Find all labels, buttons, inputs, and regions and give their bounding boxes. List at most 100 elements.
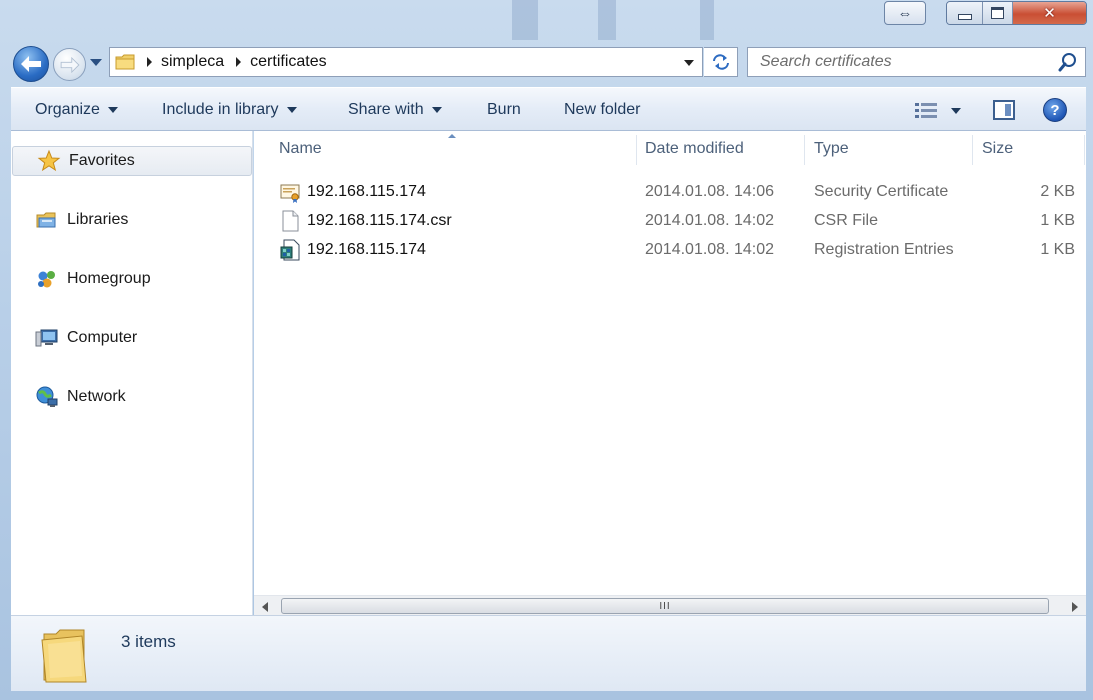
breadcrumb-simpleca[interactable]: simpleca: [161, 53, 224, 71]
folder-icon: [38, 626, 90, 684]
breadcrumb-separator-icon[interactable]: [236, 57, 242, 67]
scroll-grip-icon: III: [659, 600, 671, 612]
share-with-menu[interactable]: Share with: [348, 88, 442, 132]
file-size: 1 KB: [1040, 240, 1075, 258]
file-name: 192.168.115.174: [307, 240, 426, 258]
homegroup-icon: [35, 267, 59, 291]
close-icon: ✕: [1043, 4, 1056, 22]
column-divider[interactable]: [804, 135, 805, 165]
share-with-label: Share with: [348, 101, 424, 118]
burn-label: Burn: [487, 101, 521, 118]
chevron-down-icon: [107, 107, 118, 113]
chevron-down-icon: [286, 107, 297, 113]
column-label-size: Size: [982, 140, 1014, 157]
file-type: Security Certificate: [814, 182, 949, 200]
nav-item-favorites[interactable]: Favorites: [12, 146, 252, 176]
file-row[interactable]: 192.168.115.174.csr 2014.01.08. 14:02 CS…: [254, 206, 1086, 235]
back-arrow-icon: [21, 56, 41, 72]
nav-label-libraries: Libraries: [67, 211, 129, 228]
chevron-down-icon: [431, 107, 442, 113]
column-divider[interactable]: [1084, 135, 1085, 165]
file-date: 2014.01.08. 14:02: [645, 240, 775, 258]
new-folder-label: New folder: [564, 101, 641, 118]
registry-file-icon: [280, 239, 300, 261]
nav-item-homegroup[interactable]: Homegroup: [11, 264, 251, 294]
search-input[interactable]: [758, 52, 1057, 72]
details-pane: 3 items: [11, 615, 1086, 691]
scrollbar-thumb[interactable]: III: [281, 598, 1049, 614]
file-type: CSR File: [814, 211, 879, 229]
scroll-left-icon[interactable]: [262, 602, 268, 612]
blank-file-icon: [280, 210, 300, 232]
column-divider[interactable]: [972, 135, 973, 165]
refresh-icon: [712, 54, 729, 70]
command-bar: Organize Include in library Share with B…: [11, 87, 1086, 131]
search-icon[interactable]: [1057, 51, 1079, 73]
file-name-cell: 192.168.115.174: [280, 177, 426, 206]
file-name-cell: 192.168.115.174.csr: [280, 206, 452, 235]
help-button[interactable]: ?: [1043, 98, 1067, 122]
breadcrumb-separator-icon[interactable]: [147, 57, 152, 67]
minimize-button[interactable]: [947, 2, 983, 24]
file-list: Name Date modified Type Size 192.168.115…: [254, 131, 1086, 616]
file-type: Registration Entries: [814, 240, 954, 258]
burn-button[interactable]: Burn: [487, 88, 521, 132]
column-divider[interactable]: [636, 135, 637, 165]
file-row[interactable]: 192.168.115.174 2014.01.08. 14:02 Regist…: [254, 235, 1086, 264]
file-name-cell: 192.168.115.174: [280, 235, 426, 264]
scroll-right-icon[interactable]: [1072, 602, 1078, 612]
back-button[interactable]: [13, 46, 49, 82]
include-in-library-menu[interactable]: Include in library: [162, 88, 297, 132]
file-date: 2014.01.08. 14:06: [645, 182, 775, 200]
view-options-icon[interactable]: [915, 103, 937, 118]
snap-icon: ⇔: [897, 4, 913, 22]
file-size: 1 KB: [1040, 211, 1075, 229]
maximize-icon: [991, 7, 1004, 19]
caption-buttons: ✕: [946, 1, 1087, 25]
navigation-pane: Favorites Libraries Homegroup Computer N…: [11, 131, 253, 615]
nav-label-favorites: Favorites: [69, 152, 135, 169]
certificate-icon: [280, 181, 300, 203]
nav-label-network: Network: [67, 388, 126, 405]
file-date: 2014.01.08. 14:02: [645, 211, 775, 229]
nav-item-computer[interactable]: Computer: [11, 323, 251, 353]
close-button[interactable]: ✕: [1013, 2, 1086, 24]
nav-item-libraries[interactable]: Libraries: [11, 205, 251, 235]
organize-label: Organize: [35, 101, 100, 118]
file-size: 2 KB: [1040, 182, 1075, 200]
maximize-button[interactable]: [983, 2, 1013, 24]
libraries-icon: [35, 208, 59, 232]
organize-menu[interactable]: Organize: [35, 88, 118, 132]
new-folder-button[interactable]: New folder: [564, 88, 640, 132]
desktop-background: [0, 0, 1093, 40]
computer-icon: [35, 326, 59, 350]
column-header-date-modified[interactable]: Date modified: [645, 131, 744, 167]
address-bar[interactable]: simpleca certificates: [109, 47, 703, 77]
column-header-size[interactable]: Size: [982, 131, 1013, 167]
folder-icon: [115, 54, 135, 70]
column-label-type: Type: [814, 140, 849, 157]
network-icon: [35, 385, 59, 409]
column-label-name: Name: [279, 140, 322, 157]
file-name: 192.168.115.174.csr: [307, 211, 452, 229]
search-box[interactable]: [747, 47, 1086, 77]
view-options-dropdown-icon[interactable]: [951, 108, 961, 114]
nav-label-computer: Computer: [67, 329, 138, 346]
column-header-name[interactable]: Name: [279, 131, 322, 167]
minimize-icon: [957, 14, 972, 20]
breadcrumb-certificates[interactable]: certificates: [250, 53, 326, 71]
forward-button[interactable]: [53, 48, 86, 81]
snap-button[interactable]: ⇔: [884, 1, 926, 25]
recent-pages-dropdown[interactable]: [90, 59, 102, 66]
column-header-type[interactable]: Type: [814, 131, 849, 167]
item-count: 3 items: [121, 632, 176, 651]
address-dropdown-icon[interactable]: [684, 60, 694, 66]
preview-pane-icon[interactable]: [993, 100, 1015, 120]
star-icon: [37, 149, 61, 173]
nav-item-network[interactable]: Network: [11, 382, 251, 412]
horizontal-scrollbar[interactable]: III: [254, 595, 1086, 616]
refresh-button[interactable]: [704, 47, 738, 77]
file-row[interactable]: 192.168.115.174 2014.01.08. 14:06 Securi…: [254, 177, 1086, 206]
sort-ascending-icon: [448, 134, 456, 138]
forward-arrow-icon: [60, 56, 80, 73]
